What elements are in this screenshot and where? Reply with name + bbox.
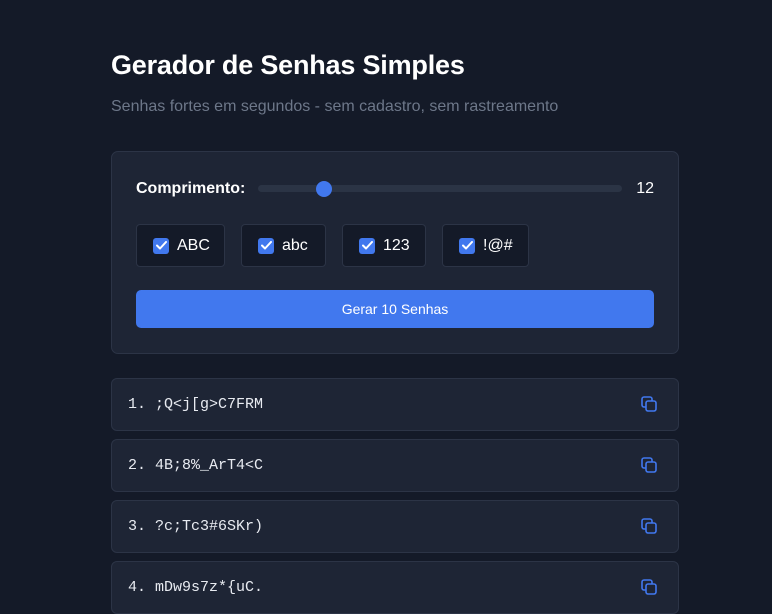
password-text[interactable]: 1. ;Q<j[g>C7FRM [128,396,263,413]
option-label: !@# [483,236,513,254]
copy-icon[interactable] [640,395,658,413]
password-text[interactable]: 4. mDw9s7z*{uC. [128,579,263,596]
option-uppercase[interactable]: ABC [136,224,225,267]
password-row: 3. ?c;Tc3#6SKr) [111,500,679,553]
copy-icon[interactable] [640,456,658,474]
checkbox-checked-icon[interactable] [153,237,169,254]
length-slider-thumb[interactable] [315,180,332,197]
option-label: 123 [383,236,410,254]
copy-icon[interactable] [640,517,658,535]
option-numbers[interactable]: 123 [342,224,426,267]
password-index: 3. [128,518,147,535]
page-subtitle: Senhas fortes em segundos - sem cadastro… [111,98,559,115]
option-label: abc [282,236,308,254]
length-slider[interactable] [258,180,622,197]
option-symbols[interactable]: !@# [442,224,529,267]
page-title: Gerador de Senhas Simples [111,50,465,80]
password-value: mDw9s7z*{uC. [155,579,264,596]
option-lowercase[interactable]: abc [241,224,326,267]
copy-icon[interactable] [640,578,658,596]
password-index: 4. [128,579,147,596]
password-value: ;Q<j[g>C7FRM [155,396,264,413]
password-row: 4. mDw9s7z*{uC. [111,561,679,614]
generate-button[interactable]: Gerar 10 Senhas [136,290,654,328]
length-value: 12 [636,180,654,197]
checkbox-checked-icon[interactable] [359,237,375,254]
settings-panel: Comprimento: 12 ABC abc 123 !@# Gerar 10… [111,151,679,354]
checkbox-checked-icon[interactable] [459,237,475,254]
password-row: 2. 4B;8%_ArT4<C [111,439,679,492]
password-text[interactable]: 2. 4B;8%_ArT4<C [128,457,263,474]
password-text[interactable]: 3. ?c;Tc3#6SKr) [128,518,263,535]
length-label: Comprimento: [136,180,246,197]
option-label: ABC [177,236,210,254]
password-index: 1. [128,396,147,413]
checkbox-checked-icon[interactable] [258,237,274,254]
password-value: 4B;8%_ArT4<C [155,457,264,474]
password-index: 2. [128,457,147,474]
password-value: ?c;Tc3#6SKr) [155,518,264,535]
password-row: 1. ;Q<j[g>C7FRM [111,378,679,431]
